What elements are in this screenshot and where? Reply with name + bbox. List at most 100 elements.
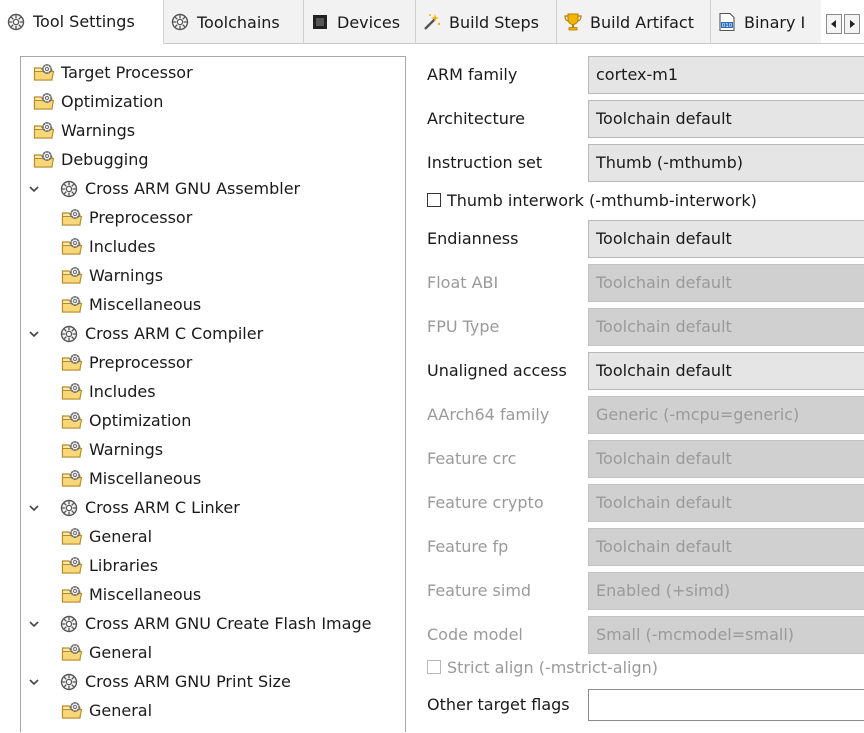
checkbox-box (427, 660, 441, 674)
code-model-select: Small (-mcmodel=small) (588, 616, 864, 654)
settings-tree[interactable]: Target Processor Optimization Warnings Debu… (20, 56, 406, 732)
architecture-select[interactable]: Toolchain default (588, 100, 864, 138)
float-abi-label: Float ABI (427, 273, 499, 292)
arm-family-select[interactable]: cortex-m1 (588, 56, 864, 94)
folder-gear-icon (61, 295, 83, 315)
trophy-icon (564, 13, 582, 31)
folder-gear-icon (33, 121, 55, 141)
tab-devices[interactable]: Devices (304, 0, 416, 44)
tree-item[interactable]: Preprocessor (61, 349, 192, 376)
tree-item[interactable]: Miscellaneous (61, 581, 201, 608)
other-target-flags-label: Other target flags (427, 695, 570, 714)
chevron-down-icon[interactable] (28, 328, 40, 340)
tree-group[interactable]: Cross ARM GNU Assembler (59, 175, 300, 202)
target-processor-panel: ARM family cortex-m1 Architecture Toolch… (419, 56, 864, 733)
folder-gear-icon (61, 701, 83, 721)
tree-item-label: Target Processor (61, 63, 193, 82)
gear-icon (170, 12, 190, 32)
unaligned-access-label: Unaligned access (427, 361, 567, 380)
gear-icon (59, 498, 79, 518)
tree-item[interactable]: Optimization (61, 407, 191, 434)
gear-icon (59, 672, 79, 692)
tree-item[interactable]: Miscellaneous (61, 465, 201, 492)
tree-item[interactable]: Warnings (61, 436, 163, 463)
binary-file-icon: 010 (719, 12, 735, 32)
tree-item-label: Optimization (89, 411, 192, 430)
tree-item[interactable]: Target Processor (29, 59, 201, 86)
tree-group[interactable]: Cross ARM C Linker (59, 494, 240, 521)
folder-gear-icon (61, 411, 83, 431)
tree-item-label: Cross ARM C Compiler (85, 324, 264, 343)
folder-gear-icon (33, 92, 55, 112)
chevron-down-icon[interactable] (28, 676, 40, 688)
aarch64-family-select: Generic (-mcpu=generic) (588, 396, 864, 434)
endianness-select[interactable]: Toolchain default (588, 220, 864, 258)
gear-icon (6, 12, 26, 32)
folder-gear-icon (61, 237, 83, 257)
tab-build-steps[interactable]: Build Steps (416, 0, 557, 44)
tab-label: Build Steps (449, 12, 540, 32)
chevron-down-icon[interactable] (28, 618, 40, 630)
tree-item[interactable]: Includes (61, 233, 156, 260)
tree-item-label: Optimization (61, 92, 164, 111)
tree-group[interactable]: Cross ARM C Compiler (59, 320, 263, 347)
endianness-label: Endianness (427, 229, 519, 248)
tree-item-label: Preprocessor (89, 208, 193, 227)
thumb-interwork-label: Thumb interwork (-mthumb-interwork) (447, 190, 757, 210)
tab-build-artifact[interactable]: Build Artifact (557, 0, 711, 44)
tree-item[interactable]: General (61, 697, 152, 724)
chevron-down-icon[interactable] (28, 502, 40, 514)
tree-item[interactable]: General (61, 523, 152, 550)
tab-tool-settings[interactable]: Tool Settings (0, 0, 164, 44)
tree-item[interactable]: Warnings (33, 117, 135, 144)
instruction-set-label: Instruction set (427, 153, 543, 172)
arrow-right-icon (850, 20, 855, 28)
instruction-set-select[interactable]: Thumb (-mthumb) (588, 144, 864, 182)
folder-gear-icon (61, 527, 83, 547)
tree-item[interactable]: Miscellaneous (61, 291, 201, 318)
tree-group[interactable]: Cross ARM GNU Print Size (59, 668, 291, 695)
tree-item[interactable]: General (61, 639, 152, 666)
tree-item-label: General (89, 701, 153, 720)
other-target-flags-input[interactable] (588, 689, 864, 721)
feature-crypto-label: Feature crypto (427, 493, 544, 512)
tree-item-label: Preprocessor (89, 353, 193, 372)
tree-item[interactable]: Preprocessor (61, 204, 192, 231)
tree-item-label: Includes (89, 237, 156, 256)
folder-gear-icon (61, 643, 83, 663)
fpu-type-label: FPU Type (427, 317, 500, 336)
chevron-down-icon[interactable] (28, 183, 40, 195)
tree-item-label: Libraries (89, 556, 159, 575)
tree-item-label: Warnings (89, 440, 164, 459)
tree-item[interactable]: Warnings (61, 262, 163, 289)
architecture-label: Architecture (427, 109, 525, 128)
checkbox-box[interactable] (427, 193, 441, 207)
tree-item[interactable]: Debugging (33, 146, 149, 173)
tab-toolchains[interactable]: Toolchains (164, 0, 304, 44)
tree-item-label: Miscellaneous (89, 469, 202, 488)
tree-item[interactable]: Libraries (61, 552, 158, 579)
scroll-right-button[interactable] (844, 14, 860, 34)
tree-item-label: Miscellaneous (89, 585, 202, 604)
feature-simd-label: Feature simd (427, 581, 532, 600)
code-model-label: Code model (427, 625, 523, 644)
unaligned-access-select[interactable]: Toolchain default (588, 352, 864, 390)
scroll-left-button[interactable] (826, 14, 842, 34)
float-abi-select: Toolchain default (588, 264, 864, 302)
arm-family-label: ARM family (427, 65, 518, 84)
thumb-interwork-checkbox[interactable]: Thumb interwork (-mthumb-interwork) (427, 188, 757, 212)
feature-crc-label: Feature crc (427, 449, 517, 468)
svg-text:010: 010 (722, 23, 733, 29)
folder-gear-icon (33, 150, 55, 170)
tab-binary[interactable]: 010 Binary I (711, 0, 821, 44)
tree-item-label: Cross ARM C Linker (85, 498, 240, 517)
feature-fp-label: Feature fp (427, 537, 509, 556)
fpu-type-select: Toolchain default (588, 308, 864, 346)
tree-group[interactable]: Cross ARM GNU Create Flash Image (59, 610, 371, 637)
tree-item-label: Debugging (61, 150, 149, 169)
tree-item[interactable]: Includes (61, 378, 156, 405)
tab-label: Build Artifact (590, 12, 694, 32)
gear-icon (59, 179, 79, 199)
tree-item[interactable]: Optimization (33, 88, 163, 115)
tree-item-label: Miscellaneous (89, 295, 202, 314)
